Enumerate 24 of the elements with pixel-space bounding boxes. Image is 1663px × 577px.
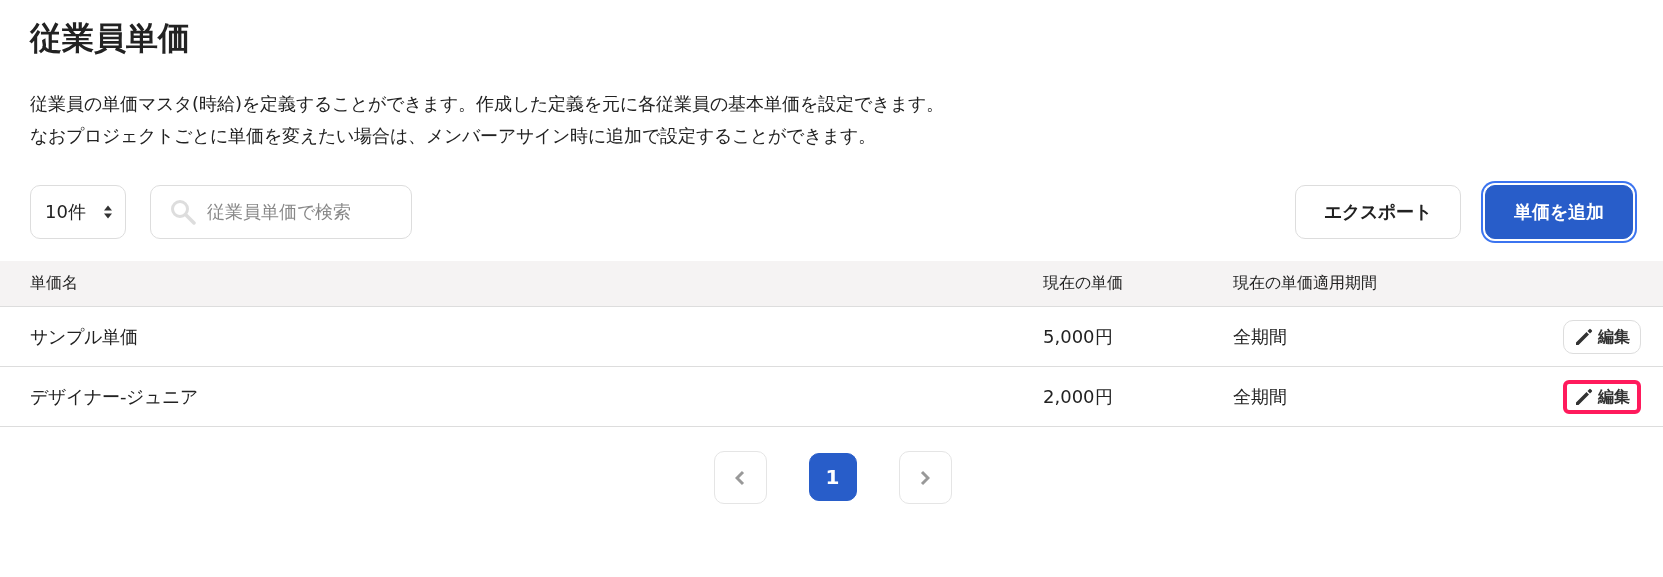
- chevron-right-icon: [920, 469, 930, 486]
- table-cell: 全期間: [1203, 366, 1503, 427]
- column-header: 現在の単価適用期間: [1203, 260, 1503, 307]
- table-cell: 2,000円: [1013, 366, 1203, 427]
- column-header: 単価名: [0, 260, 1013, 307]
- table-cell: デザイナー-ジュニア: [0, 366, 1013, 427]
- page-size-select[interactable]: 10件: [30, 184, 126, 239]
- pencil-icon: [1574, 326, 1594, 347]
- pencil-icon: [1574, 386, 1594, 407]
- search-field[interactable]: 従業員単価で検索: [150, 184, 412, 239]
- table-cell: 5,000円: [1013, 306, 1203, 367]
- description-text: 従業員の単価マスタ(時給)を定義することができます。作成した定義を元に各従業員の基本単価を設定できます。: [30, 91, 946, 116]
- table-cell: サンプル単価: [0, 306, 1013, 367]
- edit-button[interactable]: 編集: [1563, 319, 1641, 354]
- description-text: なおプロジェクトごとに単価を変えたい場合は、メンバーアサイン時に追加で設定することができます。: [30, 123, 877, 148]
- table-cell: 全期間: [1203, 306, 1503, 367]
- edit-button[interactable]: 編集: [1563, 379, 1641, 414]
- search-icon: [170, 198, 196, 225]
- sort-arrows-icon: [103, 203, 113, 220]
- export-button[interactable]: エクスポート: [1295, 184, 1461, 239]
- page-button[interactable]: 1: [808, 453, 857, 502]
- chevron-left-icon: [735, 469, 745, 486]
- page-title: 従業員単価: [28, 18, 191, 59]
- column-header: 現在の単価: [1013, 260, 1203, 307]
